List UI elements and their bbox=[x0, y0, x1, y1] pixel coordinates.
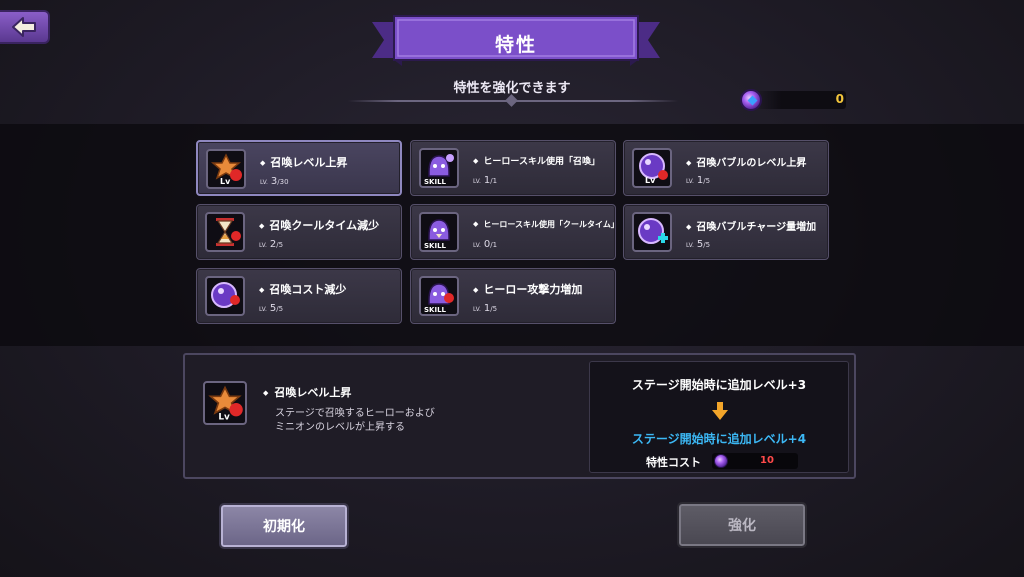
trait-gem-icon bbox=[714, 454, 728, 468]
trait-level: LV. 2/5 bbox=[259, 239, 284, 250]
svg-text:SKILL: SKILL bbox=[424, 178, 447, 186]
description-line: ステージで召喚するヒーローおよび bbox=[275, 408, 435, 419]
next-effect: ステージ開始時に追加レベル+4 bbox=[631, 432, 807, 446]
svg-text:SKILL: SKILL bbox=[424, 242, 447, 250]
detail-trait-name: 召喚レベル上昇 bbox=[263, 384, 351, 400]
currency-bar bbox=[754, 91, 846, 109]
description-line: ミニオンのレベルが上昇する bbox=[275, 422, 405, 433]
bubble-charge-icon bbox=[632, 212, 672, 252]
skill-summon-icon: SKILL bbox=[419, 148, 459, 188]
svg-text:SKILL: SKILL bbox=[424, 306, 447, 314]
summon-level-icon: Lv bbox=[206, 149, 246, 189]
title-banner: 特性 bbox=[372, 12, 660, 68]
reset-button[interactable]: 初期化 bbox=[219, 503, 349, 549]
trait-detail-panel: Lv 召喚レベル上昇 ステージで召喚するヒーローおよび ミニオンのレベルが上昇す… bbox=[183, 353, 856, 479]
trait-name: ヒーロー攻撃力増加 bbox=[473, 281, 582, 297]
detail-description: ステージで召喚するヒーローおよび ミニオンのレベルが上昇する bbox=[275, 407, 435, 435]
cost-value: 10 bbox=[760, 455, 774, 466]
bubble-level-icon: Lv bbox=[632, 148, 672, 188]
trait-name: 召喚クールタイム減少 bbox=[259, 217, 379, 233]
back-arrow-icon bbox=[12, 17, 36, 37]
trait-card-summon-level[interactable]: Lv 召喚レベル上昇 LV.3/30 bbox=[196, 140, 402, 196]
svg-text:Lv: Lv bbox=[645, 176, 656, 185]
trait-card-summon-cooldown[interactable]: 召喚クールタイム減少 LV.2/5 bbox=[196, 204, 402, 260]
trait-name: ヒーロースキル使用「クールタイム」 bbox=[473, 219, 618, 230]
trait-level: LV. 1/1 bbox=[473, 175, 498, 186]
svg-text:Lv: Lv bbox=[220, 177, 231, 186]
trait-card-skill-summon[interactable]: SKILL ヒーロースキル使用「召喚」 LV.1/1 bbox=[410, 140, 616, 196]
page-title: 特性 bbox=[494, 34, 537, 56]
divider-diamond bbox=[505, 94, 518, 107]
upgrade-preview: ステージ開始時に追加レベル+3 ステージ開始時に追加レベル+4 特性コスト 10 bbox=[589, 361, 849, 473]
cost-down-icon bbox=[205, 276, 245, 316]
trait-card-summon-cost[interactable]: 召喚コスト減少 LV.5/5 bbox=[196, 268, 402, 324]
trait-name: 召喚コスト減少 bbox=[259, 281, 346, 297]
skill-attack-icon: SKILL bbox=[419, 276, 459, 316]
skill-cooldown-icon: SKILL bbox=[419, 212, 459, 252]
trait-level: LV. 1/5 bbox=[686, 175, 711, 186]
trait-card-skill-cooldown[interactable]: SKILL ヒーロースキル使用「クールタイム」 LV.0/1 bbox=[410, 204, 619, 260]
currency-value: 0 bbox=[835, 92, 844, 106]
trait-name: 召喚バブルチャージ量増加 bbox=[686, 218, 816, 233]
trait-name: ヒーロースキル使用「召喚」 bbox=[473, 154, 600, 167]
trait-level: LV. 5/5 bbox=[686, 239, 711, 250]
cost-label: 特性コスト bbox=[646, 456, 701, 469]
hourglass-icon bbox=[205, 212, 245, 252]
trait-gem-icon bbox=[740, 89, 762, 111]
trait-level: LV. 0/1 bbox=[473, 239, 498, 250]
back-button[interactable] bbox=[0, 10, 50, 44]
svg-text:Lv: Lv bbox=[218, 413, 230, 423]
summon-level-icon: Lv bbox=[203, 381, 247, 425]
trait-point-counter: 0 bbox=[740, 87, 850, 113]
trait-level: LV. 1/5 bbox=[473, 303, 498, 314]
trait-name: 召喚レベル上昇 bbox=[260, 154, 347, 170]
trait-level: LV. 5/5 bbox=[259, 303, 284, 314]
page-subtitle: 特性を強化できます bbox=[453, 81, 571, 96]
trait-level: LV. 3/30 bbox=[260, 176, 289, 187]
arrow-down-icon bbox=[712, 402, 728, 420]
trait-name: 召喚バブルのレベル上昇 bbox=[686, 154, 806, 169]
trait-card-hero-attack[interactable]: SKILL ヒーロー攻撃力増加 LV.1/5 bbox=[410, 268, 616, 324]
trait-card-bubble-level[interactable]: Lv 召喚バブルのレベル上昇 LV.1/5 bbox=[623, 140, 829, 196]
upgrade-button[interactable]: 強化 bbox=[677, 502, 807, 548]
current-effect: ステージ開始時に追加レベル+3 bbox=[631, 378, 807, 392]
trait-card-bubble-charge[interactable]: 召喚バブルチャージ量増加 LV.5/5 bbox=[623, 204, 829, 260]
